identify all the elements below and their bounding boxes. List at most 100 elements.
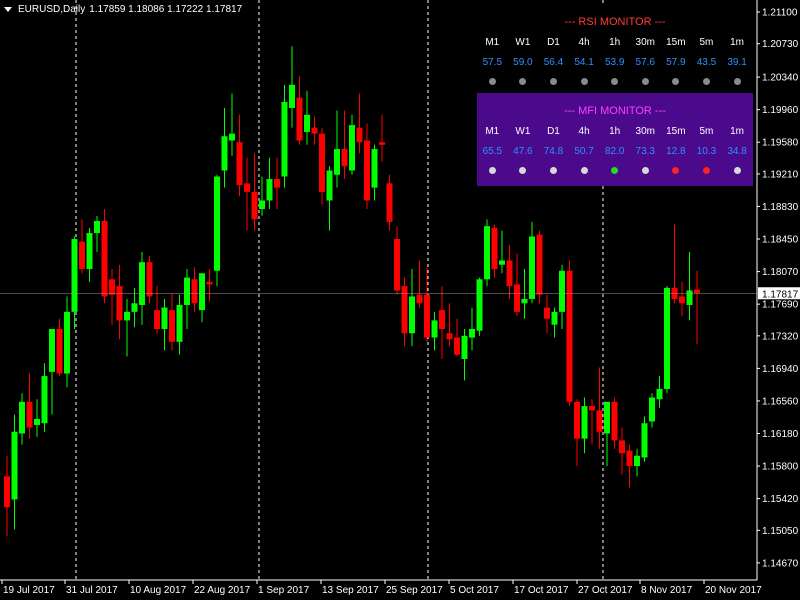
bear-candle-body <box>424 294 430 338</box>
time-tick-label: 31 Jul 2017 <box>66 585 118 596</box>
mfi-timeframe-label: 5m <box>699 125 714 137</box>
bear-candle-body <box>236 142 243 186</box>
bear-candle-body <box>274 179 280 188</box>
bull-candle-body <box>604 401 610 434</box>
bull-candle-body <box>476 279 483 331</box>
bull-candle-body <box>266 179 273 201</box>
rsi-signal-cell <box>661 77 692 88</box>
rsi-signal-dot-icon <box>641 77 649 85</box>
mfi-timeframe-label: 4h <box>578 125 590 137</box>
bear-candle-body <box>191 279 198 304</box>
price-tick-label: 1.19210 <box>762 169 799 180</box>
mfi-value: 74.8 <box>543 145 564 157</box>
mfi-signal-row <box>477 161 753 181</box>
bear-candle-body <box>679 296 685 304</box>
time-tick-label: 8 Nov 2017 <box>641 585 693 596</box>
bear-candle-body <box>101 221 108 297</box>
bear-candle-body <box>356 127 363 143</box>
rsi-value: 53.9 <box>604 56 625 68</box>
bull-candle-body <box>641 423 648 458</box>
mfi-timeframe-label: 30m <box>635 125 655 137</box>
bear-candle-body <box>206 281 213 285</box>
time-tick-label: 10 Aug 2017 <box>130 585 187 596</box>
mfi-signal-cell <box>661 166 692 177</box>
bear-candle-body <box>626 450 633 467</box>
bear-candle-body <box>589 406 595 411</box>
bear-candle-body <box>154 310 160 329</box>
rsi-timeframe-label: 5m <box>699 36 714 48</box>
rsi-timeframe-label: 1m <box>730 36 744 48</box>
time-tick-label: 22 Aug 2017 <box>194 585 251 596</box>
bull-candle-body <box>184 277 190 305</box>
bull-candle-body <box>41 376 48 424</box>
mfi-value: 82.0 <box>604 145 625 157</box>
mfi-signal-dot-icon <box>519 166 527 174</box>
price-tick-label: 1.15800 <box>762 462 799 473</box>
rsi-value: 54.1 <box>574 56 594 68</box>
bull-candle-body <box>131 303 138 312</box>
bear-candle-body <box>439 310 445 329</box>
price-tick-label: 1.17320 <box>762 331 799 342</box>
bull-candle-body <box>461 335 468 359</box>
price-tick-label: 1.20730 <box>762 39 799 50</box>
rsi-value: 59.0 <box>513 56 533 68</box>
rsi-signal-dot-icon <box>580 77 588 85</box>
rsi-signal-dot-icon <box>611 77 619 85</box>
mfi-signal-cell <box>569 166 600 177</box>
mfi-value: 47.6 <box>513 145 533 157</box>
chart-header: EURUSD,Daily 1.17859 1.18086 1.17222 1.1… <box>4 4 242 15</box>
rsi-signal-cell <box>599 77 630 88</box>
bear-candle-body <box>26 401 33 428</box>
time-tick-label: 13 Sep 2017 <box>322 585 379 596</box>
bull-candle-body <box>94 221 100 234</box>
triangle-down-icon[interactable] <box>4 7 12 12</box>
mfi-signal-dot-icon <box>641 166 649 174</box>
bull-candle-body <box>19 401 25 434</box>
bear-candle-body <box>514 284 520 312</box>
bear-candle-body <box>596 410 603 432</box>
bull-candle-body <box>409 296 415 334</box>
bear-candle-body <box>491 227 498 270</box>
mfi-signal-dot-icon <box>488 166 496 174</box>
time-tick-label: 20 Nov 2017 <box>705 585 762 596</box>
bull-candle-body <box>326 170 333 201</box>
rsi-signal-cell <box>508 77 539 88</box>
rsi-signal-dot-icon <box>488 77 496 85</box>
mfi-value: 10.3 <box>696 145 717 157</box>
bull-candle-body <box>371 149 378 188</box>
mfi-signal-dot-icon <box>672 166 680 174</box>
time-tick-label: 25 Sep 2017 <box>386 585 443 596</box>
bull-candle-body <box>139 262 145 305</box>
mfi-timeframe-label: W1 <box>515 125 531 137</box>
bull-candle-body <box>304 114 310 132</box>
mfi-timeframe-row: M1 W1 D1 4h 1h 30m 15m 5m 1m <box>477 121 753 141</box>
bear-candle-body <box>566 270 573 402</box>
mfi-value: 73.3 <box>635 145 655 157</box>
rsi-timeframe-label: D1 <box>547 36 560 48</box>
mfi-signal-dot-icon <box>702 166 710 174</box>
rsi-signal-cell <box>538 77 569 88</box>
bear-candle-body <box>506 260 513 287</box>
time-tick-label: 19 Jul 2017 <box>3 585 55 596</box>
bear-candle-body <box>169 310 175 342</box>
time-tick-label: 1 Sep 2017 <box>258 585 310 596</box>
rsi-value: 39.1 <box>727 56 747 68</box>
price-tick-label: 1.16180 <box>762 429 799 440</box>
mfi-timeframe-label: M1 <box>485 125 500 137</box>
rsi-timeframe-row: M1 W1 D1 4h 1h 30m 15m 5m 1m <box>477 32 753 52</box>
bull-candle-body <box>484 226 490 280</box>
bear-candle-body <box>341 149 348 167</box>
ohlc-label: 1.17859 1.18086 1.17222 1.17817 <box>89 4 243 15</box>
price-tick-label: 1.19580 <box>762 138 799 149</box>
mfi-signal-cell <box>477 166 508 177</box>
bull-candle-body <box>64 311 70 374</box>
bull-candle-body <box>281 101 288 177</box>
price-tick-label: 1.15050 <box>762 526 799 537</box>
price-tick-label: 1.18830 <box>762 202 799 213</box>
bull-candle-body <box>176 304 183 342</box>
bull-candle-body <box>124 311 130 321</box>
bull-candle-body <box>656 388 663 400</box>
mfi-signal-dot-icon <box>580 166 588 174</box>
rsi-signal-cell <box>691 77 722 88</box>
bull-candle-body <box>469 328 475 338</box>
